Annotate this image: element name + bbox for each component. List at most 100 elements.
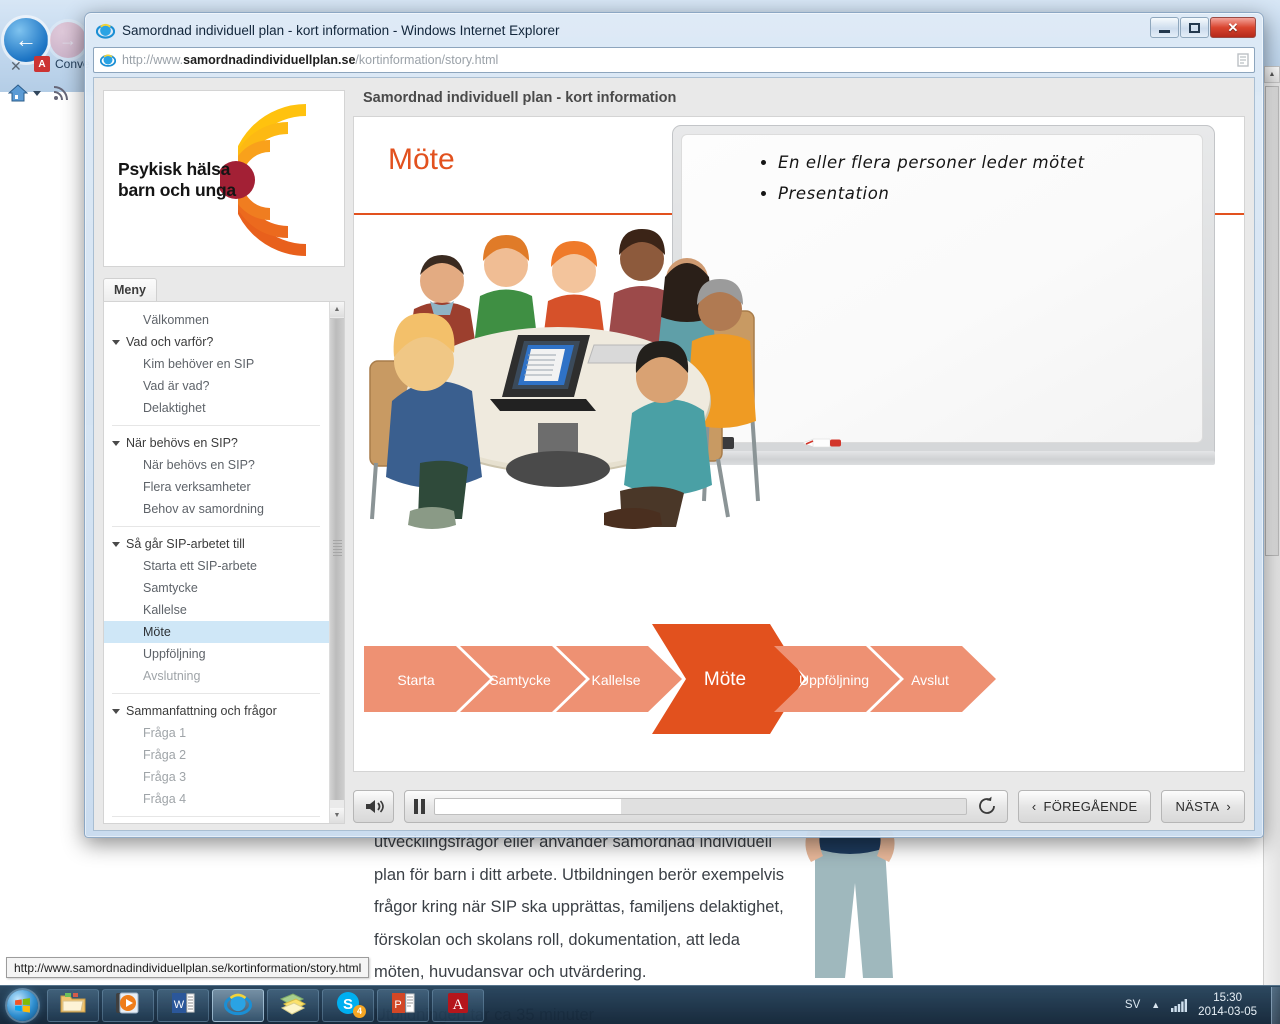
previous-button-label: FÖREGÅENDE	[1043, 798, 1138, 814]
taskbar-button-acrobat[interactable]: A	[432, 988, 484, 1022]
menu-group-25[interactable]: Tack för ditt deltagande	[104, 823, 330, 824]
menu-group-label: Vad och varför?	[126, 335, 214, 349]
show-desktop-button[interactable]	[1271, 986, 1280, 1024]
menu-scroll-down-icon[interactable]: ▼	[330, 808, 344, 823]
close-tab-icon[interactable]: ✕	[10, 58, 22, 75]
marker-pen-icon	[801, 438, 841, 448]
taskbar-button-word[interactable]: W	[157, 988, 209, 1022]
home-icon	[8, 84, 28, 102]
show-hidden-icons-icon[interactable]: ▲	[1151, 1000, 1160, 1010]
next-button-label: NÄSTA	[1175, 798, 1220, 814]
scroll-up-arrow-icon[interactable]: ▲	[1264, 66, 1280, 83]
menu-item-20[interactable]: Fråga 1	[104, 722, 330, 744]
menu-item-7[interactable]: När behövs en SIP?	[104, 454, 330, 476]
taskbar-buttons[interactable]: W S4 P A	[44, 988, 484, 1022]
scrollbar-thumb[interactable]	[1265, 86, 1279, 556]
system-tray[interactable]: SV ▲ 15:30 2014-03-05	[1125, 991, 1263, 1019]
progress-track[interactable]	[434, 797, 967, 815]
menu-item-4[interactable]: Delaktighet	[104, 397, 330, 419]
player-controls[interactable]: ‹ FÖREGÅENDE NÄSTA ›	[353, 782, 1245, 830]
address-bar-url[interactable]: http://www.samordnadindividuellplan.se/k…	[122, 53, 1232, 67]
taskbar[interactable]: W S4 P A SV ▲ 15:30 2014-03-05	[0, 985, 1280, 1024]
triangle-down-icon	[112, 542, 120, 547]
close-button[interactable]: ✕	[1210, 17, 1256, 38]
next-button[interactable]: NÄSTA ›	[1161, 789, 1245, 823]
menu-item-9[interactable]: Behov av samordning	[104, 498, 330, 520]
clock[interactable]: 15:30 2014-03-05	[1198, 991, 1257, 1019]
minimize-button[interactable]	[1150, 17, 1179, 38]
scrollbar-grip-icon	[333, 540, 342, 558]
process-step-label-3: Möte	[704, 669, 746, 690]
acrobat-icon: A	[446, 991, 470, 1020]
menu-group-label: När behövs en SIP?	[126, 436, 238, 450]
seek-bar-container[interactable]	[404, 789, 1008, 823]
browser-window[interactable]: Samordnad individuell plan - kort inform…	[84, 12, 1264, 838]
page-icon[interactable]	[1236, 53, 1250, 67]
menu-tab-label: Meny	[114, 283, 146, 297]
menu-item-12[interactable]: Starta ett SIP-arbete	[104, 555, 330, 577]
progress-fill	[435, 798, 621, 814]
status-bar-tooltip: http://www.samordnadindividuellplan.se/k…	[6, 957, 370, 978]
taskbar-button-internet-explorer[interactable]	[212, 988, 264, 1022]
pause-button[interactable]	[414, 798, 425, 814]
logo-box: Psykisk hälsa barn och unga	[103, 90, 345, 267]
menu-item-0[interactable]: Välkommen	[104, 309, 330, 331]
menu-item-21[interactable]: Fråga 2	[104, 744, 330, 766]
svg-text:S: S	[343, 996, 353, 1013]
menu-list: Välkommen Vad och varför? Kim behöver en S…	[104, 302, 330, 824]
menu-item-14[interactable]: Kallelse	[104, 599, 330, 621]
previous-button[interactable]: ‹ FÖREGÅENDE	[1017, 789, 1152, 823]
menu-item-17[interactable]: Avslutning	[104, 665, 330, 687]
rss-icon[interactable]	[52, 84, 70, 102]
menu-scrollbar[interactable]: ▲ ▼	[329, 302, 344, 823]
logo-line-2: barn och unga	[118, 180, 236, 200]
menu-item-3[interactable]: Vad är vad?	[104, 375, 330, 397]
clock-date: 2014-03-05	[1198, 1006, 1257, 1018]
menu-item-16[interactable]: Uppföljning	[104, 643, 330, 665]
network-signal-icon[interactable]	[1171, 998, 1188, 1012]
menu-panel: Välkommen Vad och varför? Kim behöver en S…	[103, 301, 345, 824]
powerpoint-icon: P	[391, 991, 415, 1020]
triangle-down-icon	[112, 340, 120, 345]
close-icon: ✕	[1227, 19, 1239, 35]
menu-group-1[interactable]: Vad och varför?	[104, 331, 330, 353]
start-button[interactable]	[0, 987, 44, 1024]
window-title-bar[interactable]: Samordnad individuell plan - kort inform…	[86, 14, 1262, 47]
url-domain: samordnadindividuellplan.se	[183, 53, 356, 67]
menu-item-13[interactable]: Samtycke	[104, 577, 330, 599]
explorer-icon	[60, 992, 86, 1019]
background-tab[interactable]: A Conve	[34, 56, 90, 72]
taskbar-button-media-player[interactable]	[102, 988, 154, 1022]
menu-group-6[interactable]: När behövs en SIP?	[104, 432, 330, 454]
taskbar-button-explorer[interactable]	[47, 988, 99, 1022]
menu-item-23[interactable]: Fråga 4	[104, 788, 330, 810]
menu-scroll-up-icon[interactable]: ▲	[330, 302, 344, 317]
windows-logo-icon	[6, 989, 38, 1021]
replay-icon[interactable]	[976, 795, 998, 817]
logo-wordmark: Psykisk hälsa barn och unga	[118, 159, 236, 201]
menu-group-label: Så går SIP-arbetet till	[126, 537, 245, 551]
menu-item-15[interactable]: Möte	[104, 621, 330, 643]
menu-item-22[interactable]: Fråga 3	[104, 766, 330, 788]
volume-button[interactable]	[353, 789, 394, 823]
pdf-icon: A	[34, 56, 50, 72]
taskbar-button-skype[interactable]: S4	[322, 988, 374, 1022]
menu-item-2[interactable]: Kim behöver en SIP	[104, 353, 330, 375]
menu-item-8[interactable]: Flera verksamheter	[104, 476, 330, 498]
menu-scrollbar-thumb[interactable]	[330, 318, 344, 800]
menu-group-11[interactable]: Så går SIP-arbetet till	[104, 533, 330, 555]
menu-tab[interactable]: Meny	[103, 278, 157, 301]
window-controls[interactable]: ✕	[1150, 17, 1256, 38]
address-bar[interactable]: http://www.samordnadindividuellplan.se/k…	[93, 47, 1255, 73]
menu-group-19[interactable]: Sammanfattning och frågor	[104, 700, 330, 722]
taskbar-button-powerpoint[interactable]: P	[377, 988, 429, 1022]
next-chevron-icon: ›	[1226, 798, 1231, 814]
maximize-button[interactable]	[1180, 17, 1209, 38]
home-button[interactable]	[8, 84, 41, 102]
taskbar-button-sticky-notes[interactable]	[267, 988, 319, 1022]
process-chevron-bar[interactable]: Starta Samtycke Kallelse Möte Uppföljning Avs…	[364, 624, 1150, 735]
language-indicator[interactable]: SV	[1125, 999, 1140, 1011]
url-path: /kortinformation/story.html	[355, 53, 499, 67]
background-scrollbar[interactable]: ▲	[1263, 66, 1280, 985]
forward-button[interactable]: →	[50, 22, 86, 58]
